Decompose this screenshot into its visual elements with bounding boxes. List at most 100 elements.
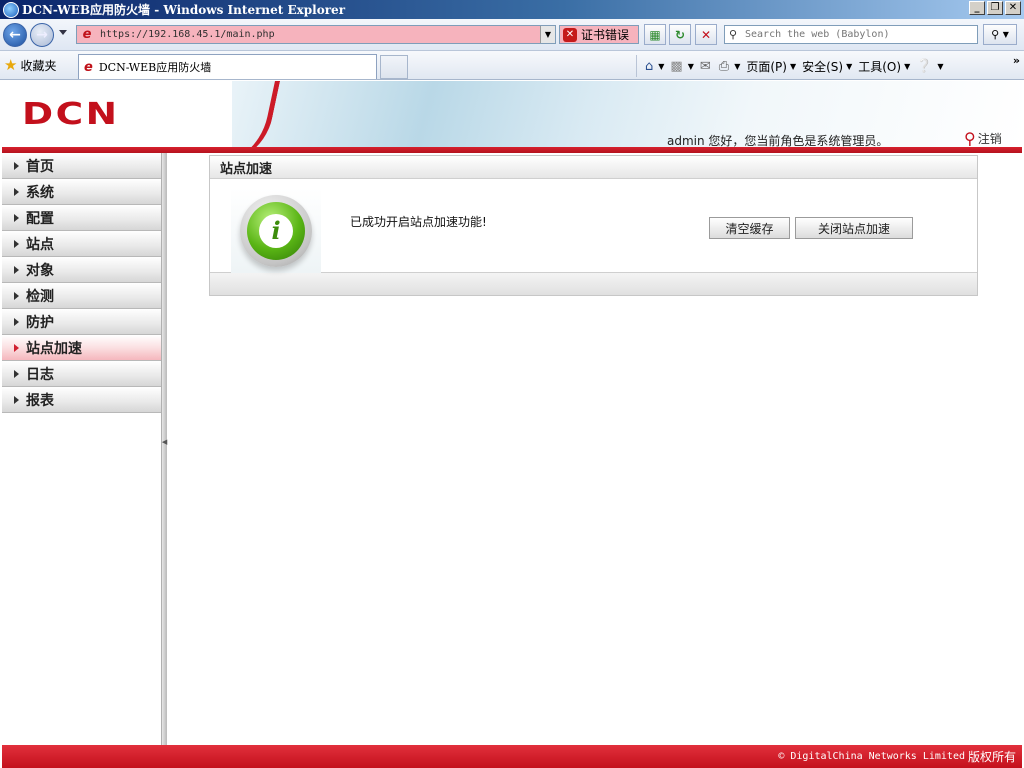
magnifier-icon: ⚲ [991,28,1000,41]
info-icon: i [231,188,321,273]
status-message: 已成功开启站点加速功能! [350,215,487,229]
sidebar-item-site-acceleration[interactable]: 站点加速 [2,335,161,361]
caret-right-icon [14,265,19,274]
sidebar-item-detection[interactable]: 检测 [2,283,161,309]
new-tab-button[interactable] [380,55,408,79]
forward-arrow-icon: → [36,27,48,43]
help-menu[interactable]: ❔ ▼ [916,59,943,74]
app-header: DCN admin 您好，您当前角色是系统管理员。 ⚲ 注销 [2,81,1022,153]
caret-right-icon [14,187,19,196]
sidebar-item-reports[interactable]: 报表 [2,387,161,413]
rss-icon: ▩ [670,58,683,74]
printer-icon: ⎙ [718,58,730,74]
sidebar-item-objects[interactable]: 对象 [2,257,161,283]
info-icon-ring: i [240,194,312,267]
minimize-button[interactable]: _ [969,1,985,15]
search-dropdown-icon: ▼ [1002,30,1009,39]
url-text[interactable]: https://192.168.45.1/main.php [100,29,275,40]
sidebar-item-logs[interactable]: 日志 [2,361,161,387]
restore-button[interactable]: ❐ [987,1,1003,15]
tab-page-icon: e [84,59,93,75]
clear-cache-button[interactable]: 清空缓存 [709,217,790,239]
back-button[interactable]: ← [3,23,27,47]
search-field[interactable]: ⚲ [724,25,978,44]
tools-menu-label: 工具(O) [858,59,902,74]
print-button[interactable]: ⎙ ▼ [719,59,741,74]
safety-menu-label: 安全(S) [802,59,844,74]
history-dropdown-icon[interactable] [59,30,67,35]
chevron-down-icon: ▼ [846,61,853,71]
compat-icon: ▦ [649,27,661,42]
address-toolbar: ← → e https://192.168.45.1/main.php ▼ ✕ … [0,19,1024,51]
sidebar-item-label: 站点 [26,236,54,253]
search-icon: ⚲ [729,28,738,41]
window-controls: _ ❐ ✕ [969,1,1021,15]
sidebar-item-system[interactable]: 系统 [2,179,161,205]
sidebar-item-sites[interactable]: 站点 [2,231,161,257]
compatibility-view-button[interactable]: ▦ [644,24,666,45]
forward-button[interactable]: → [30,23,54,47]
info-glyph: i [259,213,293,248]
caret-right-icon [14,213,19,222]
panel-footer [210,272,977,295]
panel-title: 站点加速 [210,156,977,179]
safety-menu[interactable]: 安全(S) ▼ [802,58,852,75]
copyright-text: © DigitalChina Networks Limited [778,751,965,762]
command-bar: ⌂ ▼ ▩ ▼ ✉ ⎙ ▼ 页面(P) ▼ 安全(S) ▼ 工具(O) ▼ ❔ ▼ [636,55,944,77]
copyright-footer: © DigitalChina Networks Limited 版权所有 [2,745,1022,768]
caret-right-icon [14,291,19,300]
collapse-arrow-icon[interactable]: ◀ [162,436,167,448]
stop-icon: ✕ [700,27,712,42]
sidebar-item-label: 报表 [26,392,54,409]
search-input[interactable] [745,29,965,40]
caret-right-icon [14,369,19,378]
sidebar-menu: 首页 系统 配置 站点 对象 检测 防护 站点加速 日志 报表 [2,153,162,745]
address-field[interactable]: e https://192.168.45.1/main.php ▼ [76,25,556,44]
refresh-button[interactable]: ↻ [669,24,691,45]
window-title: DCN-WEB应用防火墙 - Windows Internet Explorer [22,3,346,17]
close-window-button[interactable]: ✕ [1005,1,1021,15]
favorites-bar: ★ 收藏夹 e DCN-WEB应用防火墙 ⌂ ▼ ▩ ▼ ✉ ⎙ ▼ 页面(P) ▼ 安… [0,51,1024,80]
tools-menu[interactable]: 工具(O) ▼ [858,58,910,75]
help-icon: ❔ [916,58,933,74]
sidebar-item-config[interactable]: 配置 [2,205,161,231]
site-acceleration-panel: 站点加速 i 已成功开启站点加速功能! 清空缓存 关闭站点加速 [209,155,978,296]
certificate-error-button[interactable]: ✕ 证书错误 [559,25,639,44]
more-commands-icon[interactable]: » [1013,54,1020,67]
shield-error-icon: ✕ [563,27,577,42]
caret-right-icon [14,239,19,248]
chevron-down-icon: ▼ [789,61,797,71]
sidebar-item-label: 站点加速 [26,340,82,357]
copyright-suffix: 版权所有 [967,750,1016,764]
disable-acceleration-button[interactable]: 关闭站点加速 [795,217,913,239]
home-icon: ⌂ [645,58,654,74]
tab-title: DCN-WEB应用防火墙 [98,61,212,74]
stop-button[interactable]: ✕ [695,24,717,45]
favorites-label: 收藏夹 [20,59,57,73]
chevron-down-icon: ▼ [734,61,741,71]
page-menu[interactable]: 页面(P) ▼ [746,58,796,75]
sidebar-item-label: 配置 [26,210,54,227]
caret-right-icon [14,161,19,170]
sidebar-item-label: 防护 [26,314,54,331]
search-button[interactable]: ⚲ ▼ [983,24,1017,45]
sidebar-item-label: 系统 [26,184,54,201]
favorites-button[interactable]: ★ 收藏夹 [4,57,56,74]
back-arrow-icon: ← [9,27,21,43]
sidebar-splitter[interactable]: ◀ [162,153,167,745]
header-banner [232,81,1022,147]
mail-button[interactable]: ✉ [700,59,713,74]
home-button[interactable]: ⌂ ▼ [645,59,664,74]
browser-tab[interactable]: e DCN-WEB应用防火墙 [78,54,377,79]
window-title-bar: DCN-WEB应用防火墙 - Windows Internet Explorer… [0,0,1024,19]
refresh-icon: ↻ [674,27,686,42]
logout-label: 注销 [977,132,1002,146]
ie-icon [3,1,19,18]
sidebar-item-protection[interactable]: 防护 [2,309,161,335]
address-dropdown-button[interactable]: ▼ [540,26,555,43]
feeds-button[interactable]: ▩ ▼ [670,59,693,74]
panel-body: i 已成功开启站点加速功能! 清空缓存 关闭站点加速 [210,179,977,273]
logout-link[interactable]: ⚲ 注销 [964,130,1002,147]
chevron-down-icon: ▼ [904,61,911,71]
sidebar-item-home[interactable]: 首页 [2,153,161,179]
